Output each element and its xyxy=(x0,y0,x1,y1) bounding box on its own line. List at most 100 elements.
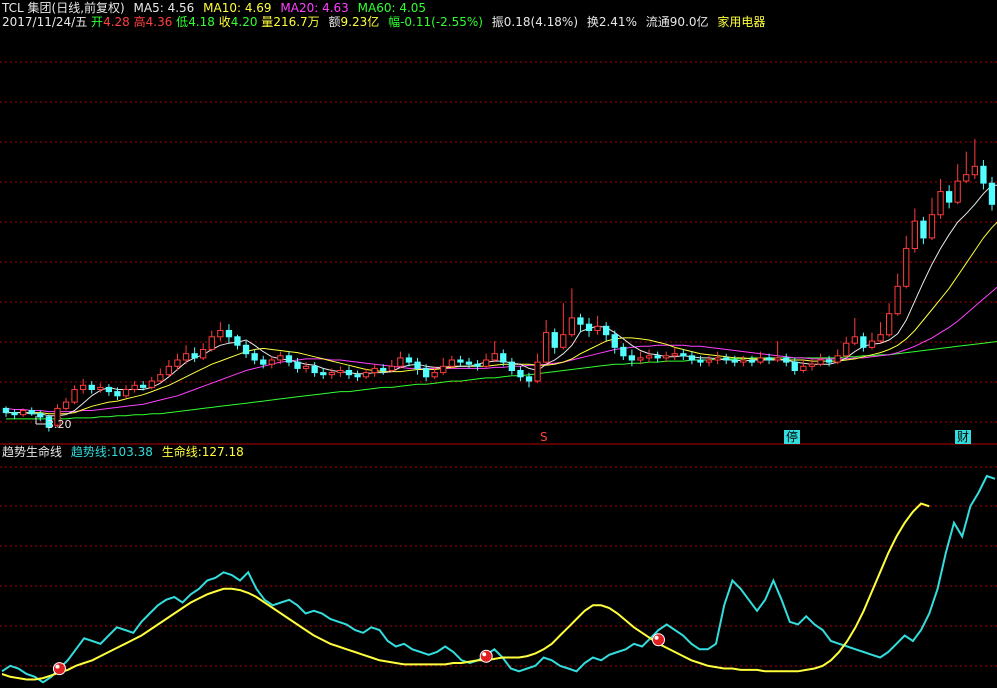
candle-97 xyxy=(834,349,841,365)
candle-body xyxy=(740,359,747,363)
candle-body xyxy=(182,353,190,361)
candle-9 xyxy=(80,378,87,394)
candle-body xyxy=(645,355,653,359)
buy-signal-marker-2 xyxy=(652,633,666,647)
candle-83 xyxy=(714,351,721,365)
candle-body xyxy=(791,361,798,372)
candle-8 xyxy=(71,385,78,405)
life-line xyxy=(1,502,930,681)
candle-body xyxy=(937,191,944,216)
candle-66 xyxy=(568,288,576,337)
candle-27 xyxy=(234,334,241,350)
candle-78 xyxy=(671,347,678,360)
candle-body xyxy=(963,174,970,182)
candle-body xyxy=(980,165,987,184)
candle-55 xyxy=(474,360,481,371)
candle-body xyxy=(328,372,336,376)
candle-59 xyxy=(508,357,516,375)
candle-82 xyxy=(705,355,713,367)
candle-12 xyxy=(105,384,112,396)
candle-62 xyxy=(534,353,541,384)
candle-0 xyxy=(2,406,10,417)
candle-body xyxy=(114,391,121,397)
candle-69 xyxy=(594,315,601,335)
candle-body xyxy=(517,370,524,378)
candle-body xyxy=(2,407,10,414)
candle-body xyxy=(843,342,850,357)
candlestick-series xyxy=(2,138,996,432)
candle-33 xyxy=(285,351,293,367)
chart-canvas[interactable]: 3.20 xyxy=(0,0,997,688)
candle-74 xyxy=(637,351,644,365)
candle-body xyxy=(97,386,104,390)
candle-107 xyxy=(920,216,927,245)
candle-25 xyxy=(217,322,224,342)
candle-body xyxy=(800,365,807,371)
candle-body xyxy=(688,355,696,361)
candle-body xyxy=(543,332,550,363)
candle-51 xyxy=(440,357,447,375)
candle-body xyxy=(320,372,327,376)
candle-body xyxy=(474,363,481,367)
candle-body xyxy=(500,353,507,363)
candle-body xyxy=(448,359,456,367)
candle-body xyxy=(585,323,593,332)
candle-body xyxy=(465,361,473,365)
candle-67 xyxy=(577,313,584,333)
candle-70 xyxy=(603,322,610,342)
signal-ball xyxy=(479,649,493,663)
candle-body xyxy=(405,357,413,363)
candle-79 xyxy=(680,349,687,360)
candle-45 xyxy=(388,360,396,373)
candle-body xyxy=(191,353,198,359)
candle-body xyxy=(954,180,961,203)
candle-body xyxy=(971,165,979,176)
candle-86 xyxy=(740,355,747,367)
candle-109 xyxy=(937,178,944,219)
signal-highlight xyxy=(654,635,659,640)
candle-body xyxy=(423,367,430,378)
candle-46 xyxy=(397,351,404,369)
candle-105 xyxy=(903,235,910,289)
signal-highlight xyxy=(55,664,60,669)
candle-body xyxy=(603,325,610,336)
candle-63 xyxy=(543,320,550,365)
candle-95 xyxy=(817,353,824,367)
candle-body xyxy=(697,359,704,363)
candle-body xyxy=(371,367,378,374)
candle-body xyxy=(560,334,567,348)
candle-29 xyxy=(251,349,258,365)
candle-body xyxy=(174,359,181,367)
candle-56 xyxy=(483,353,490,369)
candle-87 xyxy=(748,355,756,367)
candle-100 xyxy=(860,332,867,352)
candle-99 xyxy=(851,317,859,346)
buy-signal-marker-0 xyxy=(52,662,66,676)
candle-body xyxy=(277,355,284,361)
candle-65 xyxy=(560,303,567,350)
candle-body xyxy=(354,374,361,378)
candle-body xyxy=(491,353,498,361)
candle-60 xyxy=(517,366,524,382)
candle-body xyxy=(594,325,601,331)
candle-body xyxy=(440,365,447,374)
candle-body xyxy=(705,359,713,363)
candle-body xyxy=(877,334,884,342)
candle-52 xyxy=(448,355,456,369)
signal-ball xyxy=(52,662,66,676)
candle-body xyxy=(200,349,207,359)
candle-102 xyxy=(877,322,884,344)
candle-body xyxy=(886,313,893,336)
candle-114 xyxy=(980,160,987,190)
candle-body xyxy=(71,389,78,403)
candle-body xyxy=(920,220,927,239)
low-price-annotation: 3.20 xyxy=(35,416,72,431)
candle-body xyxy=(362,372,370,378)
candle-28 xyxy=(242,341,250,358)
candle-body xyxy=(748,359,756,363)
candle-body xyxy=(868,340,876,348)
candle-body xyxy=(714,357,721,361)
candle-body xyxy=(783,357,790,363)
candle-body xyxy=(903,247,910,287)
candle-body xyxy=(808,363,816,367)
